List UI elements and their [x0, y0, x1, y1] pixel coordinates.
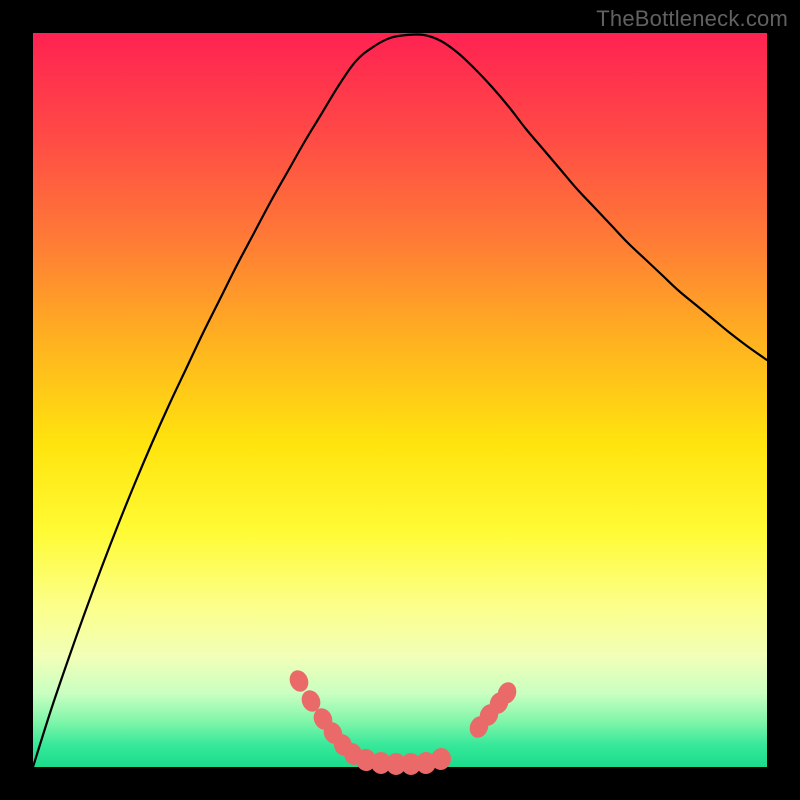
- bottleneck-curve: [33, 34, 767, 767]
- watermark-text: TheBottleneck.com: [596, 6, 788, 32]
- chart-svg: [33, 33, 767, 767]
- highlight-markers: [286, 667, 519, 775]
- chart-frame: TheBottleneck.com: [0, 0, 800, 800]
